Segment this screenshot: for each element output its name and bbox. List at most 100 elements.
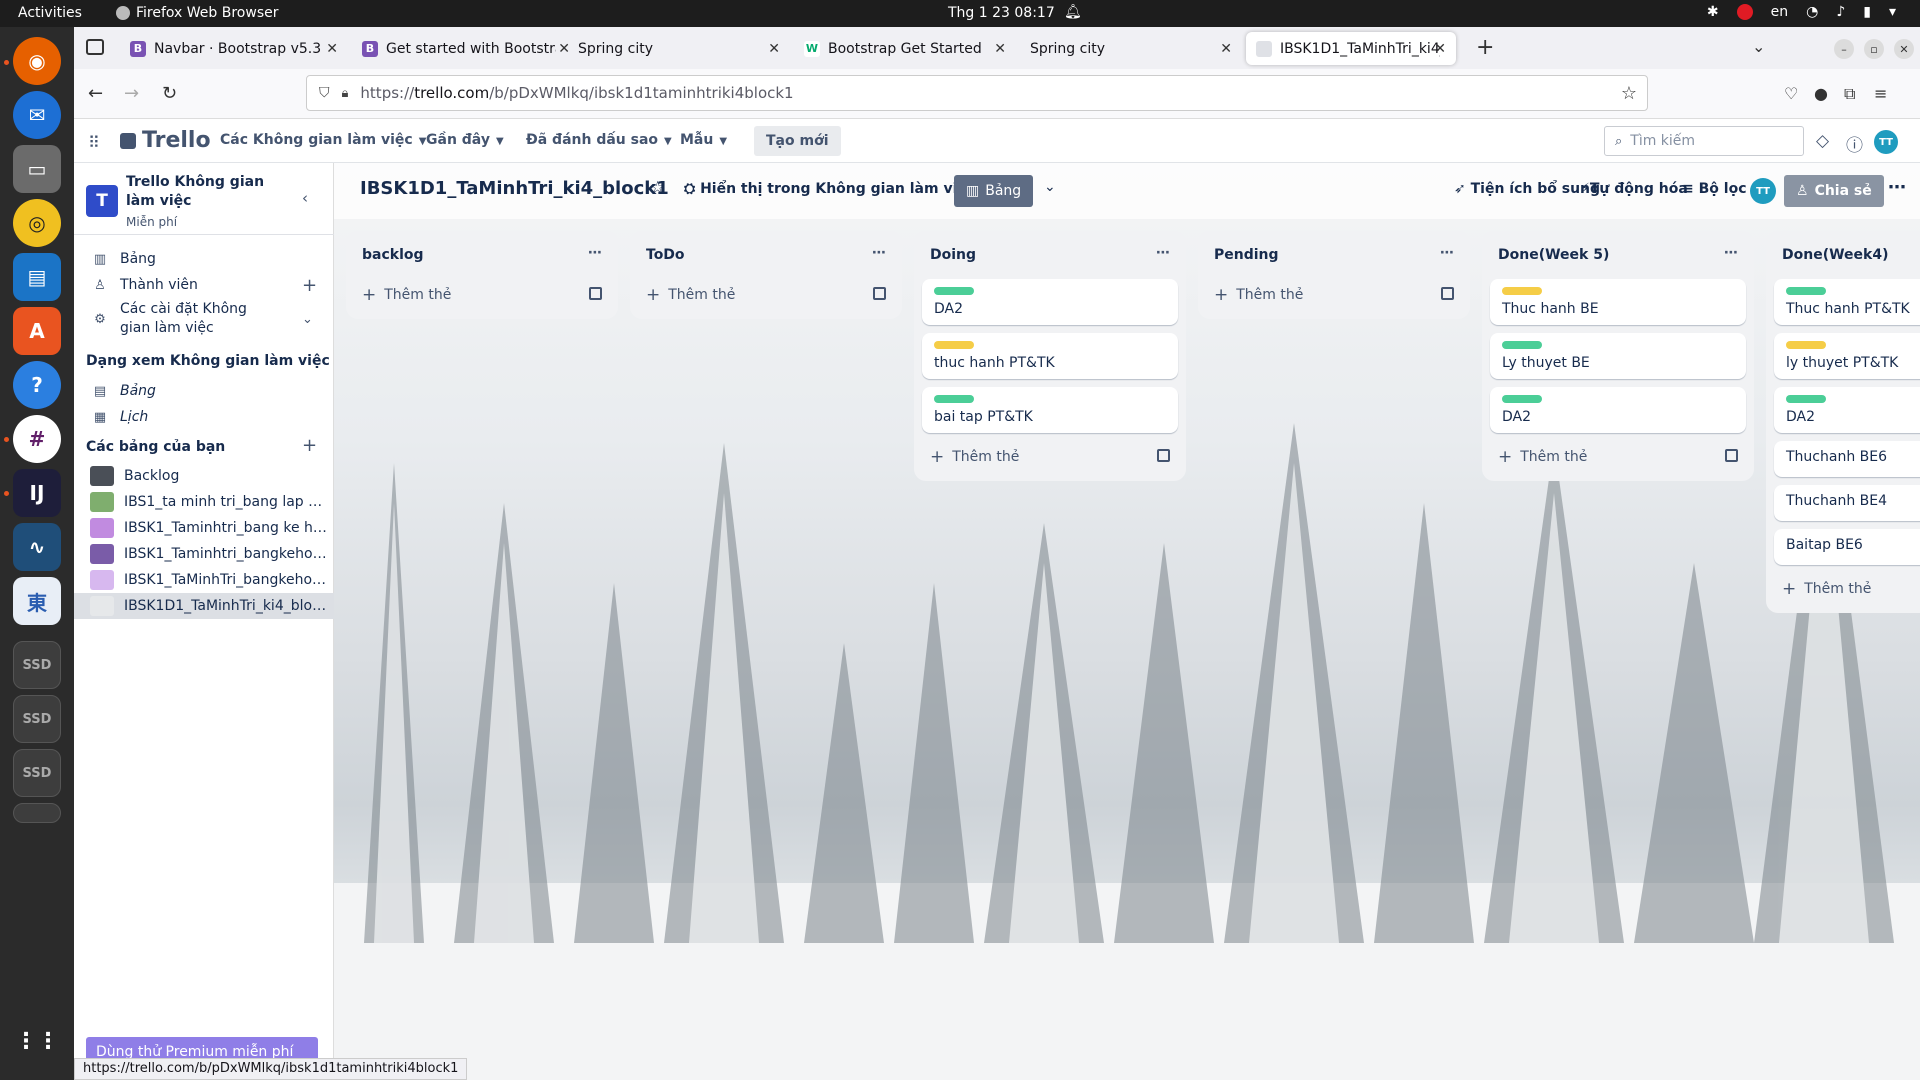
writer-dock-icon[interactable]: ▤ <box>13 253 61 301</box>
list-pending[interactable]: Pending ⋯ + Thêm thẻ <box>1198 231 1470 319</box>
list-done-week5[interactable]: Done(Week 5) ⋯ Thuc hanh BE Ly thuyet BE … <box>1482 231 1754 481</box>
pocket-icon[interactable]: ♡ <box>1784 84 1798 103</box>
board-title[interactable]: IBSK1D1_TaMinhTri_ki4_block1 <box>360 178 669 199</box>
add-card-button[interactable]: + Thêm thẻ <box>1774 573 1920 605</box>
sidebar-board-item[interactable]: IBSK1_Taminhtri_bang ke hoach <box>74 515 334 541</box>
notifications-icon[interactable]: ◇ <box>1816 131 1829 151</box>
avatar[interactable]: TT <box>1874 130 1898 154</box>
create-button[interactable]: Tạo mới <box>754 126 841 156</box>
close-tab-icon[interactable]: ✕ <box>994 41 1006 57</box>
drive-icon[interactable] <box>13 803 61 823</box>
forward-icon[interactable]: → <box>124 83 139 104</box>
drive-icon[interactable]: SSD <box>13 695 61 743</box>
dbeaver-dock-icon[interactable]: ∿ <box>13 523 61 571</box>
card[interactable]: Baitap BE6 <box>1774 529 1920 565</box>
list-menu-icon[interactable]: ⋯ <box>1440 245 1454 261</box>
help-dock-icon[interactable]: ? <box>13 361 61 409</box>
url-text[interactable]: https://trello.com/b/pDxWMlkq/ibsk1d1tam… <box>360 84 793 102</box>
activities-button[interactable]: Activities <box>18 5 82 21</box>
language-indicator[interactable]: en <box>1771 4 1789 20</box>
templates-menu[interactable]: Mẫu ▼ <box>680 132 727 148</box>
sidebar-board-item-active[interactable]: IBSK1D1_TaMinhTri_ki4_block1 <box>74 593 334 619</box>
share-button[interactable]: ♙ Chia sẻ <box>1784 175 1884 207</box>
app-menu[interactable]: Firefox Web Browser <box>116 5 279 21</box>
avatar[interactable]: TT <box>1750 178 1776 204</box>
close-tab-icon[interactable]: ✕ <box>1220 41 1232 57</box>
workspace-badge[interactable]: T <box>86 185 118 217</box>
card[interactable]: thuc hanh PT&TK <box>922 333 1178 379</box>
card[interactable]: bai tap PT&TK <box>922 387 1178 433</box>
add-card-button[interactable]: + Thêm thẻ <box>638 279 894 311</box>
trello-logo[interactable]: Trello <box>120 128 211 153</box>
tab[interactable]: Spring city ✕ <box>1020 32 1242 65</box>
card[interactable]: DA2 <box>1774 387 1920 433</box>
filter-button[interactable]: ≡ Bộ lọc <box>1682 181 1747 197</box>
lock-icon[interactable]: 🔒︎ <box>342 86 349 101</box>
sidebar-item-settings[interactable]: ⚙ Các cài đặt Không gian làm việc ⌄ <box>74 297 334 341</box>
clock[interactable]: Thg 1 23 08:17 <box>948 5 1055 21</box>
url-bar[interactable]: ⛉ 🔒︎ https://trello.com/b/pDxWMlkq/ibsk1… <box>306 75 1648 111</box>
add-card-button[interactable]: + Thêm thẻ <box>922 441 1178 473</box>
starred-menu[interactable]: Đã đánh dấu sao ▼ <box>526 132 672 148</box>
collapse-sidebar-icon[interactable]: ‹ <box>302 189 308 207</box>
account-icon[interactable]: ● <box>1814 84 1828 103</box>
menu-icon[interactable]: ≡ <box>1874 84 1887 103</box>
do-not-disturb-icon[interactable] <box>1736 4 1753 20</box>
star-icon[interactable]: ☆ <box>650 178 665 198</box>
sidebar-item-boards[interactable]: ▥ Bảng <box>74 245 334 273</box>
list-backlog[interactable]: backlog ⋯ + Thêm thẻ <box>346 231 618 319</box>
search-input[interactable]: ⌕ Tìm kiếm <box>1604 126 1804 156</box>
show-apps-icon[interactable]: ⋮⋮ <box>13 1017 61 1065</box>
close-tab-icon[interactable]: ✕ <box>768 41 780 57</box>
tab[interactable]: B Navbar · Bootstrap v5.3 ✕ <box>120 32 348 65</box>
list-todo[interactable]: ToDo ⋯ + Thêm thẻ <box>630 231 902 319</box>
thunderbird-dock-icon[interactable]: ✉ <box>13 91 61 139</box>
card-template-icon[interactable] <box>873 287 886 300</box>
new-tab-icon[interactable]: + <box>1476 35 1494 60</box>
back-icon[interactable]: ← <box>88 83 103 104</box>
drive-icon[interactable]: SSD <box>13 749 61 797</box>
app-switcher-icon[interactable]: ⠿ <box>88 133 100 152</box>
minimize-icon[interactable]: – <box>1834 39 1854 59</box>
maximize-icon[interactable]: ▫ <box>1864 39 1884 59</box>
rhythmbox-dock-icon[interactable]: ◎ <box>13 199 61 247</box>
visibility-button[interactable]: ⛭ Hiển thị trong Không gian làm việc <box>684 181 975 197</box>
add-member-icon[interactable]: + <box>302 275 317 296</box>
close-tab-icon[interactable]: ✕ <box>1434 41 1446 57</box>
workspace-name[interactable]: Trello Không gian làm việc <box>126 173 276 211</box>
list-all-tabs-icon[interactable] <box>86 39 104 55</box>
recent-menu[interactable]: Gần đây ▼ <box>426 132 504 148</box>
automation-button[interactable]: ⚡︎Tự động hóa <box>1580 181 1688 197</box>
card-template-icon[interactable] <box>1157 449 1170 462</box>
reload-icon[interactable]: ↻ <box>162 83 177 104</box>
help-icon[interactable]: ⓘ <box>1846 131 1863 156</box>
system-tray[interactable]: ✱ en ◔ ♪ ▮ ▾ <box>1707 4 1896 20</box>
card-template-icon[interactable] <box>1441 287 1454 300</box>
card[interactable]: Thuchanh BE6 <box>1774 441 1920 477</box>
card[interactable]: Thuc hanh PT&TK <box>1774 279 1920 325</box>
workspaces-menu[interactable]: Các Không gian làm việc ▼ <box>220 132 426 148</box>
drive-icon[interactable]: SSD <box>13 641 61 689</box>
sidebar-board-item[interactable]: IBS1_ta minh tri_bang lap ke hoach <box>74 489 334 515</box>
add-card-button[interactable]: + Thêm thẻ <box>1490 441 1746 473</box>
add-card-button[interactable]: + Thêm thẻ <box>1206 279 1462 311</box>
list-done-week4[interactable]: Done(Week4) Thuc hanh PT&TK ly thuyet PT… <box>1766 231 1920 613</box>
more-options-icon[interactable]: ⋯ <box>1888 177 1906 198</box>
list-menu-icon[interactable]: ⋯ <box>1156 245 1170 261</box>
tab[interactable]: W Bootstrap Get Started ✕ <box>794 32 1016 65</box>
close-tab-icon[interactable]: ✕ <box>326 41 338 57</box>
card[interactable]: DA2 <box>1490 387 1746 433</box>
bookmark-star-icon[interactable]: ☆ <box>1621 83 1637 104</box>
tab-active[interactable]: IBSK1D1_TaMinhTri_ki4_ ✕ <box>1246 32 1456 65</box>
card[interactable]: ly thuyet PT&TK <box>1774 333 1920 379</box>
list-menu-icon[interactable]: ⋯ <box>588 245 602 261</box>
card[interactable]: Thuc hanh BE <box>1490 279 1746 325</box>
card[interactable]: Thuchanh BE4 <box>1774 485 1920 521</box>
files-dock-icon[interactable]: ▭ <box>13 145 61 193</box>
extensions-icon[interactable]: ⧉ <box>1844 84 1855 104</box>
sidebar-board-item[interactable]: IBSK1_Taminhtri_bangkehoach <box>74 541 334 567</box>
sidebar-board-item[interactable]: IBSK1_TaMinhTri_bangkehoach <box>74 567 334 593</box>
dictionary-dock-icon[interactable]: 東 <box>13 577 61 625</box>
tab[interactable]: B Get started with Bootstra ✕ <box>352 32 580 65</box>
sidebar-view-table[interactable]: ▤ Bảng <box>74 377 334 405</box>
